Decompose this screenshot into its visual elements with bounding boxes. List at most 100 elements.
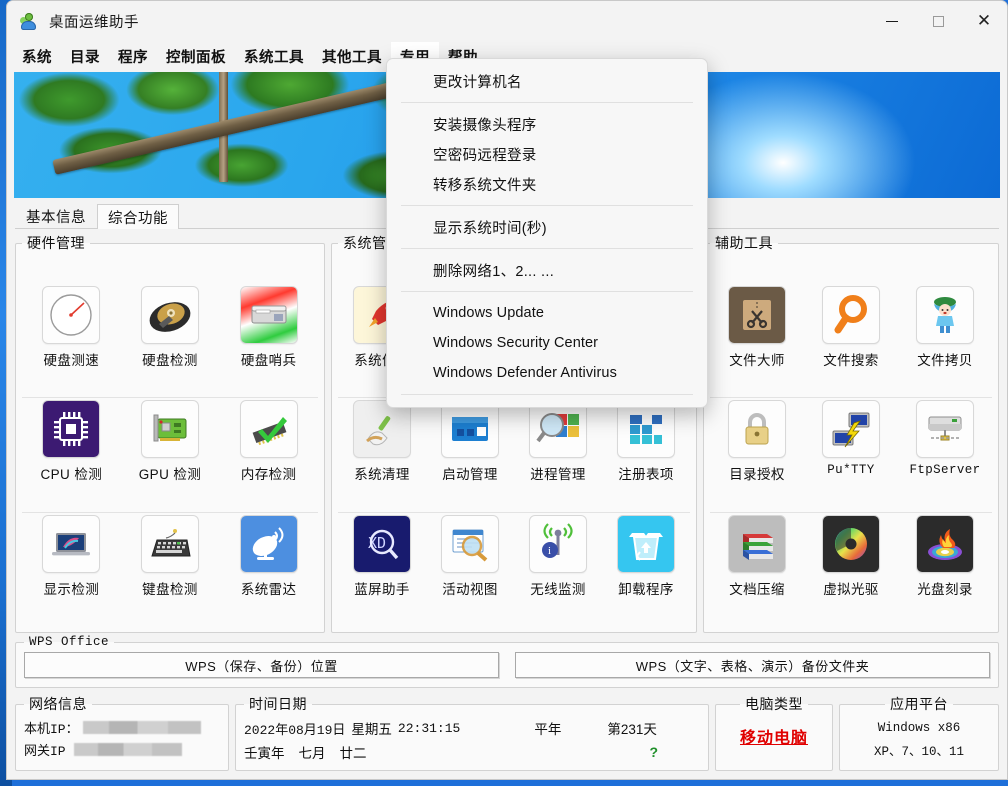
tile-disc-burn[interactable]: 光盘刻录 (903, 514, 987, 598)
title-bar: 桌面运维助手 ✕ (7, 1, 1007, 42)
anime-girl-icon (916, 285, 974, 344)
local-ip-label: 本机IP： (24, 721, 79, 737)
menu-control-panel[interactable]: 控制面板 (157, 42, 235, 70)
daemon-tools-icon (822, 514, 880, 573)
wps-save-backup-location-button[interactable]: WPS（保存、备份）位置 (24, 652, 499, 678)
tile-ftp-server[interactable]: FtpServer (903, 400, 987, 477)
menu-separator (401, 291, 693, 292)
tile-memory-check[interactable]: 内存检测 (227, 400, 311, 483)
menu-other-tools[interactable]: 其他工具 (313, 42, 391, 70)
minimize-button[interactable] (869, 1, 915, 42)
tile-label: 光盘刻录 (917, 581, 973, 597)
tile-directory-authorize[interactable]: 目录授权 (715, 400, 799, 483)
menu-item-install-camera-driver[interactable]: 安装摄像头程序 (387, 109, 707, 139)
bluescreen-magnifier-icon: XD (353, 514, 411, 573)
datetime-row-2: 壬寅年 七月 廿二 ? (244, 740, 700, 764)
help-question-mark[interactable]: ? (649, 744, 658, 760)
activity-view-icon (441, 514, 499, 573)
gregorian-date: 2022年08月19日 (244, 722, 346, 738)
tab-comprehensive-functions[interactable]: 综合功能 (97, 204, 179, 229)
menu-system[interactable]: 系统 (13, 42, 61, 70)
magnifier-orange-icon (822, 285, 880, 344)
tile-system-radar[interactable]: 系统雷达 (227, 514, 311, 598)
group-network-info: 网络信息 本机IP： 网关IP (15, 694, 229, 771)
menu-item-move-system-folder[interactable]: 转移系统文件夹 (387, 169, 707, 199)
menu-item-windows-update[interactable]: Windows Update (387, 298, 707, 328)
tile-label: 文件搜索 (823, 352, 879, 368)
tile-label: GPU 检测 (138, 467, 202, 482)
tile-file-search[interactable]: 文件搜索 (809, 285, 893, 369)
computer-type-value: 移动电脑 (739, 730, 808, 747)
tile-label: 键盘检测 (142, 581, 198, 597)
gateway-ip-row: 网关IP (24, 738, 220, 760)
menu-item-change-computer-name[interactable]: 更改计算机名 (387, 66, 707, 96)
system-row-2: 系统清理 启动管理 进程管理 注册表项 (338, 397, 690, 485)
tile-label: FtpServer (909, 463, 981, 477)
tile-activity-view[interactable]: 活动视图 (428, 514, 512, 598)
tab-basic-info[interactable]: 基本信息 (15, 203, 97, 228)
uninstall-trash-icon (617, 514, 675, 573)
tile-startup-manage[interactable]: 启动管理 (428, 400, 512, 483)
gateway-ip-label: 网关IP (24, 743, 66, 759)
gateway-ip-value-redacted (73, 742, 182, 756)
cpu-chip-icon (42, 400, 101, 458)
menu-item-delete-network[interactable]: 删除网络1、2... ... (387, 255, 707, 285)
lunar-year: 壬寅年 (244, 746, 285, 761)
tile-system-clean[interactable]: 系统清理 (340, 400, 424, 483)
group-title-platform: 应用平台 (890, 696, 948, 712)
tile-file-copy[interactable]: 文件拷贝 (903, 285, 987, 369)
tile-wireless-monitor[interactable]: i 无线监测 (516, 514, 600, 598)
tile-file-master[interactable]: 文件大师 (715, 285, 799, 369)
tile-document-compress[interactable]: 文档压缩 (715, 514, 799, 598)
disc-burn-flame-icon (916, 514, 974, 573)
clock: 22:31:15 (397, 720, 461, 736)
tile-registry-entries[interactable]: 注册表项 (604, 400, 688, 483)
maximize-button[interactable] (915, 1, 961, 42)
tile-label: 系统清理 (354, 467, 410, 482)
tile-disk-speed[interactable]: 硬盘测速 (29, 285, 113, 369)
menu-system-tools[interactable]: 系统工具 (235, 42, 313, 70)
menu-item-show-system-time-seconds[interactable]: 显示系统时间(秒) (387, 212, 707, 242)
group-title-tools: 辅助工具 (715, 235, 773, 251)
menu-item-windows-security-center[interactable]: Windows Security Center (387, 328, 707, 358)
keyboard-icon (140, 514, 199, 573)
tile-virtual-drive[interactable]: 虚拟光驱 (809, 514, 893, 598)
tile-disk-check[interactable]: 硬盘检测 (128, 285, 212, 369)
group-wps-office: WPS Office WPS（保存、备份）位置 WPS（文字、表格、演示）备份文… (15, 635, 999, 688)
tile-label: 文件大师 (729, 352, 785, 368)
group-datetime: 时间日期 2022年08月19日 星期五 22:31:15 平年 第231天 壬… (235, 694, 709, 771)
tile-keyboard-check[interactable]: 键盘检测 (128, 514, 212, 598)
disk-sentinel-icon (239, 285, 298, 344)
local-ip-row: 本机IP： (24, 716, 220, 738)
tile-uninstall-program[interactable]: 卸载程序 (604, 514, 688, 598)
winrar-books-icon (728, 514, 786, 573)
tile-putty[interactable]: Pu*TTY (809, 400, 893, 477)
wps-backup-folder-button[interactable]: WPS（文字、表格、演示）备份文件夹 (515, 652, 990, 678)
close-button[interactable]: ✕ (961, 1, 1007, 42)
group-title-computer-type: 电脑类型 (745, 696, 803, 712)
menu-separator (401, 248, 693, 249)
tile-display-check[interactable]: 显示检测 (29, 514, 113, 598)
scissors-folder-icon (728, 285, 786, 344)
tile-label: 目录授权 (729, 467, 785, 482)
tile-disk-sentinel[interactable]: 硬盘哨兵 (227, 285, 311, 369)
putty-terminal-icon (822, 400, 880, 458)
group-title-hardware: 硬件管理 (27, 235, 85, 251)
menu-item-passwordless-remote-login[interactable]: 空密码远程登录 (387, 139, 707, 169)
tile-gpu-check[interactable]: GPU 检测 (128, 400, 212, 483)
menu-program[interactable]: 程序 (109, 42, 157, 70)
tile-process-manage[interactable]: 进程管理 (516, 400, 600, 483)
tile-label: 文件拷贝 (917, 352, 973, 368)
tile-label: 蓝屏助手 (354, 581, 410, 597)
day-of-year: 第231天 (607, 722, 657, 737)
weekday: 星期五 (351, 722, 392, 737)
tile-label: 进程管理 (530, 467, 586, 482)
menu-item-windows-defender-antivirus[interactable]: Windows Defender Antivirus (387, 358, 707, 388)
menu-directory[interactable]: 目录 (61, 42, 109, 70)
tile-cpu-check[interactable]: CPU 检测 (29, 400, 113, 483)
tile-bluescreen-helper[interactable]: XD 蓝屏助手 (340, 514, 424, 598)
platform-line-1: Windows x86 (877, 721, 961, 735)
platform-line-2: XP、7、10、11 (873, 745, 964, 759)
lunar-month: 七月 (298, 746, 326, 761)
tile-label: 卸载程序 (618, 581, 674, 597)
